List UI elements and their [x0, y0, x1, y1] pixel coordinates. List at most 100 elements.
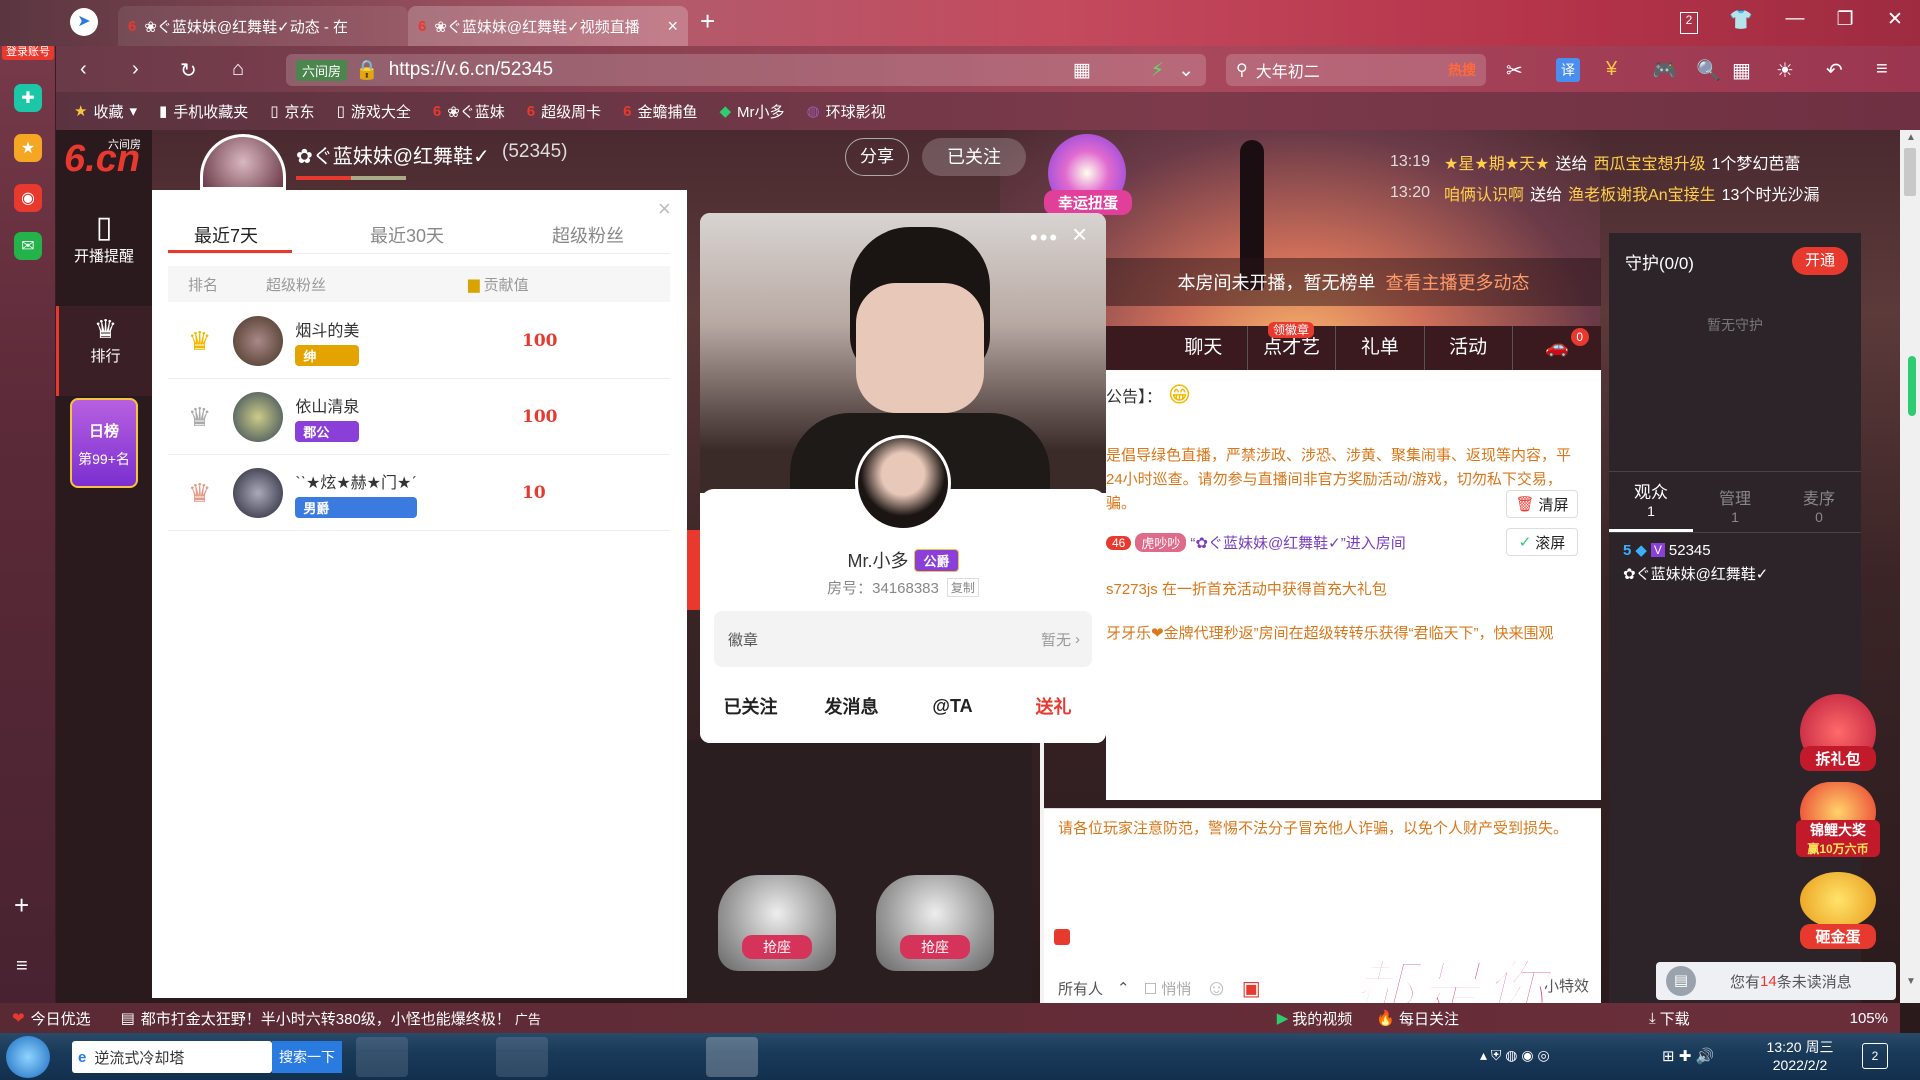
close-tab-icon[interactable]: × — [667, 16, 678, 37]
navigation-icon[interactable]: ➤ — [70, 8, 98, 36]
tab-mic-queue[interactable]: 麦序 0 — [1777, 479, 1861, 525]
whisper-checkbox[interactable]: ☐ 悄悄 — [1144, 978, 1192, 999]
new-tab-button[interactable]: + — [700, 6, 715, 37]
grid-icon[interactable]: ▦ — [1732, 58, 1751, 83]
notification-center[interactable]: 2 — [1862, 1043, 1888, 1069]
nav-ranking[interactable]: ♛ 排行 — [56, 306, 152, 396]
open-guard-button[interactable]: 开通 — [1792, 247, 1848, 275]
table-row[interactable]: ♛ 烟斗的美 绅 100 — [168, 304, 670, 379]
close-icon[interactable]: × — [1072, 219, 1087, 250]
undo-icon[interactable]: ↶ — [1826, 58, 1843, 83]
message-button[interactable]: 发消息 — [801, 693, 902, 719]
user-name-badge[interactable]: 虎吵吵 — [1135, 533, 1187, 552]
emoji-icon[interactable]: ☺ — [1205, 975, 1227, 1001]
tray-icons[interactable]: ▴ ⛨ ◍ ◉ ◎ — [1480, 1047, 1550, 1064]
tab-dynamics[interactable]: 6 ❀ぐ蓝妹妹@红舞鞋✓动态 - 在 — [118, 6, 408, 46]
more-dynamics-link[interactable]: 查看主播更多动态 — [1386, 269, 1530, 295]
audience-row[interactable]: 5 ◆ V 52345 — [1623, 541, 1711, 560]
lucky-egg-label[interactable]: 幸运扭蛋 — [1044, 190, 1132, 215]
mail-icon[interactable]: ✉ — [14, 232, 42, 260]
bookmark-item[interactable]: ★ 收藏 ▾ — [74, 101, 137, 122]
ie-app-icon[interactable] — [426, 1037, 478, 1077]
folder-app-icon[interactable] — [636, 1037, 688, 1077]
followed-action-button[interactable]: 已关注 — [700, 693, 801, 719]
game-app-icon[interactable] — [706, 1037, 758, 1077]
bookmark-item[interactable]: ◆ Mr小多 — [719, 101, 784, 122]
restore-icon[interactable]: ❐ — [1830, 8, 1860, 31]
share-button[interactable]: 分享 — [845, 138, 909, 176]
url-field[interactable]: 六间房 🔒 https://v.6.cn/52345 ▦ ⚡ ⌄ — [286, 54, 1206, 86]
refresh-icon[interactable]: ↻ — [180, 58, 197, 83]
close-window-icon[interactable]: ✕ — [1880, 8, 1910, 31]
bookmark-item[interactable]: ▯ 京东 — [270, 101, 314, 122]
feed-from[interactable]: 咱俩认识啊 — [1444, 181, 1524, 205]
app-icon[interactable]: ✚ — [14, 84, 42, 112]
scroll-thumb[interactable] — [1904, 148, 1916, 196]
koi-label[interactable]: 锦鲤大奖 赢10万六币 — [1796, 820, 1880, 857]
page-scrollbar[interactable]: ▲ ▼ — [1900, 130, 1920, 1003]
close-icon[interactable]: × — [658, 196, 671, 222]
daily-rank-badge[interactable]: 日榜 第99+名 — [70, 398, 138, 488]
coin-icon[interactable]: ¥ — [1606, 58, 1617, 81]
gamepad-icon[interactable]: 🎮 — [1652, 58, 1677, 83]
brightness-icon[interactable]: ☀ — [1776, 58, 1794, 83]
gift-box-icon[interactable]: ▣ — [1242, 976, 1261, 1001]
bookmark-item[interactable]: ▮ 手机收藏夹 — [159, 101, 248, 122]
scroll-button[interactable]: ✓ 滚屏 — [1506, 528, 1578, 556]
start-button[interactable] — [6, 1036, 50, 1078]
shirt-icon[interactable]: 👕 — [1726, 8, 1756, 32]
clock[interactable]: 13:20 周三 2022/2/2 — [1760, 1037, 1840, 1073]
tab-7-days[interactable]: 最近7天 — [194, 222, 258, 248]
bookmark-item[interactable]: 6 ❀ぐ蓝妹 — [433, 101, 505, 122]
lightning-icon[interactable]: ⚡ — [1151, 59, 1164, 82]
scroll-up-icon[interactable]: ▲ — [1906, 132, 1916, 143]
tab-car[interactable]: 🚗 0 — [1513, 326, 1601, 370]
qr-icon[interactable]: ▦ — [1073, 59, 1091, 82]
tab-super-fans[interactable]: 超级粉丝 — [552, 222, 624, 248]
back-icon[interactable]: ‹ — [80, 58, 87, 81]
hot-search-label[interactable]: 热搜 — [1448, 60, 1476, 80]
list-icon[interactable]: ≡ — [16, 955, 28, 978]
nav-remind[interactable]: ▯ 开播提醒 — [56, 210, 152, 266]
taskbar-search[interactable]: e 逆流式冷却塔 — [72, 1041, 272, 1073]
translate-button[interactable]: 译 — [1556, 58, 1580, 82]
medal-row[interactable]: 徽章 暂无 › — [714, 611, 1092, 667]
golden-egg-icon[interactable] — [1800, 872, 1876, 928]
recipient-select[interactable]: 所有人 — [1058, 978, 1103, 999]
bookmark-item[interactable]: 6 金蟾捕鱼 — [623, 101, 697, 122]
emoji-panel-icon[interactable] — [1054, 929, 1070, 945]
weibo-icon[interactable]: ◉ — [14, 184, 42, 212]
send-gift-button[interactable]: 送礼 — [1003, 693, 1104, 719]
followed-button[interactable]: 已关注 — [922, 138, 1026, 176]
feed-to[interactable]: 西瓜宝宝想升级 — [1593, 150, 1705, 174]
audience-name[interactable]: ✿ぐ蓝妹妹@红舞鞋✓ — [1623, 563, 1768, 584]
search-box[interactable]: ⚲ 大年初二 热搜 — [1226, 54, 1486, 86]
search-tool-icon[interactable]: 🔍 — [1696, 58, 1721, 83]
my-video-link[interactable]: 我的视频 — [1292, 1008, 1352, 1029]
bookmark-item[interactable]: ▯ 游戏大全 — [337, 101, 411, 122]
minimize-icon[interactable]: — — [1780, 8, 1810, 30]
scroll-down-icon[interactable]: ▼ — [1906, 976, 1916, 987]
seat-2[interactable]: 抢座 — [876, 875, 994, 985]
fan-name[interactable]: 依山清泉 — [295, 393, 359, 417]
avatar[interactable] — [233, 392, 284, 442]
scissors-icon[interactable]: ✂ — [1506, 58, 1523, 83]
home-icon[interactable]: ⌂ — [232, 58, 244, 81]
tab-activity[interactable]: 活动 — [1425, 326, 1513, 370]
fan-name[interactable]: 烟斗的美 — [295, 317, 359, 341]
add-icon[interactable]: + — [14, 890, 29, 921]
browser-app-icon[interactable] — [496, 1037, 548, 1077]
taskbar-search-button[interactable]: 搜索一下 — [272, 1041, 342, 1073]
zoom-level[interactable]: 105% — [1850, 1010, 1888, 1027]
tab-30-days[interactable]: 最近30天 — [370, 222, 444, 248]
avatar[interactable] — [855, 435, 951, 531]
avatar[interactable] — [233, 316, 284, 366]
tab-count-badge[interactable]: 2 — [1680, 12, 1698, 34]
menu-icon[interactable]: ≡ — [1876, 58, 1888, 81]
copy-button[interactable]: 复制 — [946, 578, 979, 597]
daily-follow-link[interactable]: 每日关注 — [1399, 1008, 1459, 1029]
mention-button[interactable]: @TA — [902, 696, 1003, 717]
tab-audience[interactable]: 观众 1 — [1609, 472, 1693, 532]
today-picks[interactable]: 今日优选 — [31, 1008, 91, 1029]
chevron-up-icon[interactable]: ⌃ — [1117, 979, 1130, 997]
